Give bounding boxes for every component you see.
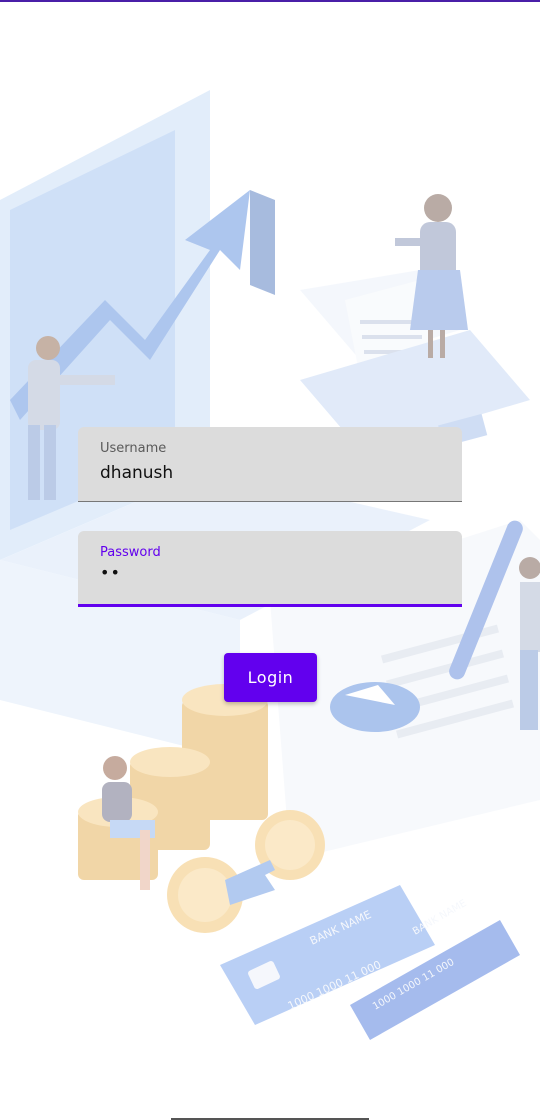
password-field[interactable]: Password •• <box>78 531 462 607</box>
password-input-value[interactable]: •• <box>100 563 121 582</box>
bank-cards-illustration: BANK NAME 1000 1000 11 000 BANK NAME 100… <box>220 885 520 1040</box>
username-field[interactable]: Username dhanush <box>78 427 462 502</box>
username-label: Username <box>100 441 167 456</box>
woman-receipt-illustration <box>300 194 530 450</box>
login-button[interactable]: Login <box>224 653 317 702</box>
username-input-value[interactable]: dhanush <box>100 463 173 483</box>
password-label: Password <box>100 545 161 560</box>
svg-text:BANK NAME: BANK NAME <box>411 898 469 938</box>
